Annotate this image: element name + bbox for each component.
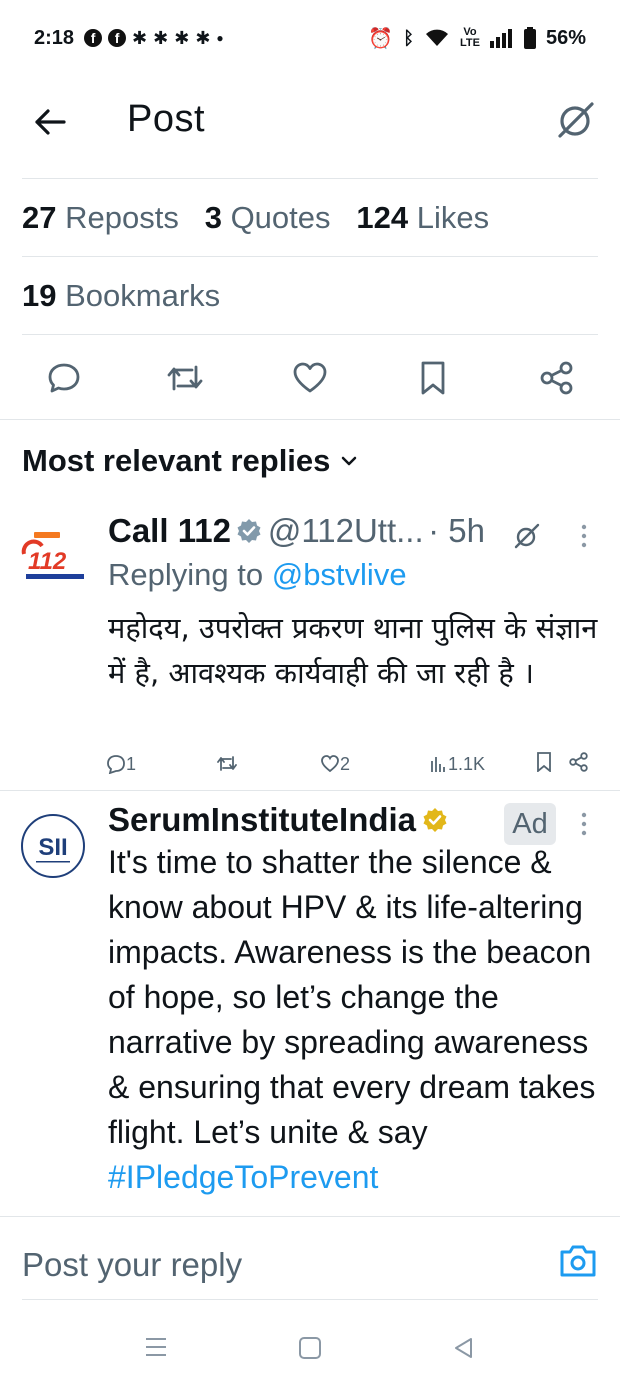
status-time: 2:18 — [34, 26, 75, 49]
reposts-stat[interactable]: 27 Reposts — [22, 200, 179, 235]
alarm-icon: ⏰ — [368, 27, 394, 50]
post-time: · 5h — [428, 512, 485, 549]
ad-text-continuation: unite & say — [269, 1114, 428, 1150]
share-icon — [569, 751, 588, 772]
recent-apps-icon — [146, 1338, 166, 1356]
bookmarks-stat[interactable]: 19 Bookmarks — [22, 278, 220, 314]
camera-icon — [560, 1245, 596, 1277]
divider — [22, 178, 598, 179]
like-button[interactable] — [290, 356, 330, 400]
ad-text: It's time to shatter the silence & know … — [108, 840, 604, 1200]
hashtag-link[interactable]: #IPledgeToPrevent — [108, 1159, 378, 1195]
bookmark-icon — [537, 751, 551, 773]
divider — [0, 1216, 620, 1217]
reply-input[interactable]: Post your reply — [22, 1246, 242, 1284]
camera-button[interactable] — [558, 1243, 598, 1283]
comment-icon — [48, 363, 80, 393]
divider — [22, 334, 598, 335]
share-button[interactable] — [569, 751, 589, 777]
replies-sort-dropdown[interactable]: Most relevant replies — [22, 443, 358, 479]
recent-apps-button[interactable] — [144, 1336, 168, 1363]
more-options-icon[interactable] — [580, 812, 588, 836]
home-button[interactable] — [298, 1336, 322, 1365]
notification-icons: f f ✱ ✱ ✱ ✱ ● — [84, 28, 224, 49]
app-icon: ✱ — [153, 27, 169, 48]
page-title: Post — [127, 98, 206, 140]
bookmark-button[interactable] — [536, 751, 552, 777]
more-notifications-icon: ● — [216, 31, 224, 45]
reply-text: महोदय, उपरोक्त प्रकरण थाना पुलिस के संज्… — [108, 611, 598, 690]
section-title: Most relevant replies — [22, 443, 331, 478]
wifi-icon — [426, 29, 448, 46]
divider — [22, 256, 598, 257]
like-button[interactable]: 2 — [320, 754, 350, 775]
author-name[interactable]: SerumInstituteIndia — [108, 801, 416, 838]
replying-to-label: Replying to — [108, 557, 264, 592]
verified-badge-icon — [237, 519, 261, 543]
status-bar: 2:18 f f ✱ ✱ ✱ ✱ ● ⏰ ᛒ Vo LTE 56% — [0, 0, 620, 76]
avatar-label: SII — [38, 834, 67, 861]
repost-icon — [217, 755, 237, 771]
reply-count-button[interactable]: 1 — [106, 754, 136, 775]
share-button[interactable] — [537, 356, 577, 400]
chevron-down-icon — [342, 456, 357, 466]
replying-to: Replying to @bstvlive — [108, 557, 407, 593]
promoted-post[interactable]: SII SerumInstituteIndia Ad It's time to … — [0, 791, 620, 1216]
reply-actions: 1 2 1.1K — [106, 751, 596, 777]
views-button[interactable]: 1.1K — [430, 754, 485, 775]
reply-button[interactable] — [44, 356, 84, 400]
likes-stat[interactable]: 124 Likes — [356, 200, 489, 235]
author-handle[interactable]: @112Utt... — [268, 512, 424, 549]
ad-badge: Ad — [504, 803, 556, 845]
more-options-icon[interactable] — [580, 524, 588, 548]
arrow-left-icon — [35, 109, 66, 135]
system-back-button[interactable] — [452, 1336, 474, 1365]
bookmark-icon — [421, 361, 445, 395]
volte-icon: Vo LTE — [460, 26, 480, 49]
app-icon: ✱ — [132, 27, 148, 48]
facebook-icon: f — [108, 29, 127, 47]
reply-item[interactable]: 112 Call 112 @112Utt... · 5h Replying to… — [0, 500, 620, 790]
post-header: Post — [0, 76, 620, 166]
repost-button[interactable] — [216, 754, 238, 775]
system-nav-bar — [0, 1300, 620, 1386]
reply-composer: Post your reply — [0, 1216, 620, 1300]
ad-text-body: It's time to shatter the silence & know … — [108, 844, 596, 1150]
quotes-stat[interactable]: 3 Quotes — [205, 200, 331, 235]
repost-icon — [167, 365, 203, 391]
app-icon: ✱ — [195, 27, 211, 48]
battery-icon — [523, 27, 536, 49]
app-icon: ✱ — [174, 27, 190, 48]
avatar[interactable]: SII — [20, 813, 90, 883]
share-icon — [540, 361, 573, 395]
heart-icon — [293, 362, 327, 393]
serum-institute-logo: SII — [21, 814, 85, 878]
bookmark-button[interactable] — [413, 356, 453, 400]
battery-level: 56% — [545, 26, 586, 49]
avatar[interactable]: 112 — [20, 520, 90, 590]
signal-icon — [489, 29, 512, 48]
author-name[interactable]: Call 112 — [108, 512, 231, 549]
triangle-back-icon — [455, 1338, 472, 1358]
grok-icon — [558, 102, 594, 138]
views-icon — [431, 756, 445, 772]
replying-to-link[interactable]: @bstvlive — [272, 557, 407, 592]
avatar-label: 112 — [28, 548, 67, 575]
heart-icon — [321, 754, 339, 772]
facebook-icon: f — [84, 29, 103, 47]
grok-icon[interactable] — [513, 522, 541, 550]
repost-button[interactable] — [165, 356, 205, 400]
back-button[interactable] — [30, 102, 70, 142]
call-112-logo: 112 — [21, 532, 84, 579]
bluetooth-icon: ᛒ — [403, 27, 414, 48]
post-actions — [0, 356, 620, 400]
gold-verified-badge-icon — [423, 808, 446, 832]
grok-button[interactable] — [554, 98, 598, 142]
divider — [0, 419, 620, 420]
comment-icon — [107, 754, 125, 774]
home-icon — [299, 1337, 321, 1359]
engagement-stats: 27 Reposts 3 Quotes 124 Likes — [22, 200, 489, 236]
